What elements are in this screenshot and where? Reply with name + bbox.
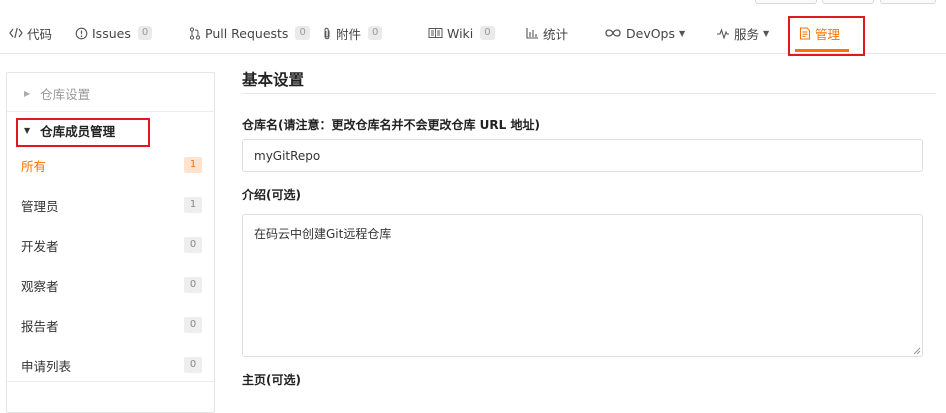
tab-label: Pull Requests <box>205 25 289 41</box>
tab-code[interactable]: 代码 <box>9 14 52 52</box>
tab-pull-requests[interactable]: Pull Requests 0 <box>189 14 310 52</box>
basic-settings-form: 基本设置 仓库名(请注意：更改仓库名并不会更改仓库 URL 地址) 介绍(可选)… <box>242 66 936 387</box>
repo-name-input[interactable] <box>242 139 923 172</box>
code-icon <box>9 27 23 39</box>
divider <box>7 381 214 382</box>
count-badge: 1 <box>184 157 202 173</box>
tab-label: 附件 <box>336 26 362 42</box>
infinity-icon <box>604 28 622 38</box>
tab-label: 代码 <box>27 26 53 42</box>
wiki-icon <box>428 27 443 39</box>
tab-label: 服务 <box>734 26 760 42</box>
count-badge: 0 <box>184 277 202 293</box>
top-button-stub[interactable] <box>822 0 874 4</box>
tab-services[interactable]: 服务 ▼ <box>716 14 769 52</box>
highlight-box-members-group <box>16 118 150 147</box>
sidebar-section-label: 仓库设置 <box>40 86 91 102</box>
tab-stats[interactable]: 统计 <box>526 14 568 52</box>
sidebar-item-label: 管理员 <box>21 198 59 214</box>
top-button-stub[interactable] <box>755 0 817 4</box>
sidebar-item-all[interactable]: 所有 1 <box>7 145 214 185</box>
count-badge: 0 <box>184 237 202 253</box>
pulse-icon <box>716 27 730 39</box>
caret-right-icon: ▶ <box>24 88 31 98</box>
sidebar-item-label: 所有 <box>21 158 47 174</box>
pull-request-icon <box>189 26 201 40</box>
repo-name-label: 仓库名(请注意：更改仓库名并不会更改仓库 URL 地址) <box>242 118 540 132</box>
sidebar-item-label: 报告者 <box>21 318 59 334</box>
sidebar-item-label: 申请列表 <box>21 358 72 374</box>
intro-label: 介绍(可选) <box>242 188 301 202</box>
sidebar-item-developers[interactable]: 开发者 0 <box>7 225 214 265</box>
sidebar-item-label: 开发者 <box>21 238 59 254</box>
tab-devops[interactable]: DevOps ▼ <box>604 14 685 52</box>
tab-label: DevOps <box>626 25 675 41</box>
tab-count-badge: 0 <box>137 26 153 40</box>
caret-down-icon: ▼ <box>679 28 686 38</box>
tab-attachments[interactable]: 附件 0 <box>322 14 383 52</box>
tab-issues[interactable]: Issues 0 <box>75 14 153 52</box>
paperclip-icon <box>322 27 332 40</box>
sidebar-item-admins[interactable]: 管理员 1 <box>7 185 214 225</box>
count-badge: 0 <box>184 317 202 333</box>
tab-label: Issues <box>92 25 131 41</box>
tab-wiki[interactable]: Wiki 0 <box>428 14 495 52</box>
page-title: 基本设置 <box>242 66 936 94</box>
caret-down-icon: ▼ <box>763 28 770 38</box>
sidebar-item-observers[interactable]: 观察者 0 <box>7 265 214 305</box>
intro-textarea[interactable]: 在码云中创建Git远程仓库 <box>242 214 923 357</box>
count-badge: 0 <box>184 357 202 373</box>
tab-label: Wiki <box>447 25 474 41</box>
tab-label: 统计 <box>543 26 569 42</box>
chart-icon <box>526 27 539 39</box>
tab-count-badge: 0 <box>368 26 383 40</box>
tab-count-badge: 0 <box>480 26 495 40</box>
count-badge: 1 <box>184 197 202 213</box>
highlight-box-manage-tab <box>788 16 865 56</box>
sidebar-item-reporters[interactable]: 报告者 0 <box>7 305 214 345</box>
issues-icon <box>75 27 88 40</box>
sidebar-item-label: 观察者 <box>21 278 59 294</box>
tab-count-badge: 0 <box>295 26 310 40</box>
top-button-stub[interactable] <box>880 0 936 4</box>
divider <box>7 111 214 112</box>
resize-grip-icon[interactable] <box>913 347 921 355</box>
sidebar-item-applications[interactable]: 申请列表 0 <box>7 345 214 385</box>
homepage-label: 主页(可选) <box>242 373 301 387</box>
sidebar-section-repo-settings[interactable]: ▶ 仓库设置 <box>7 75 214 111</box>
